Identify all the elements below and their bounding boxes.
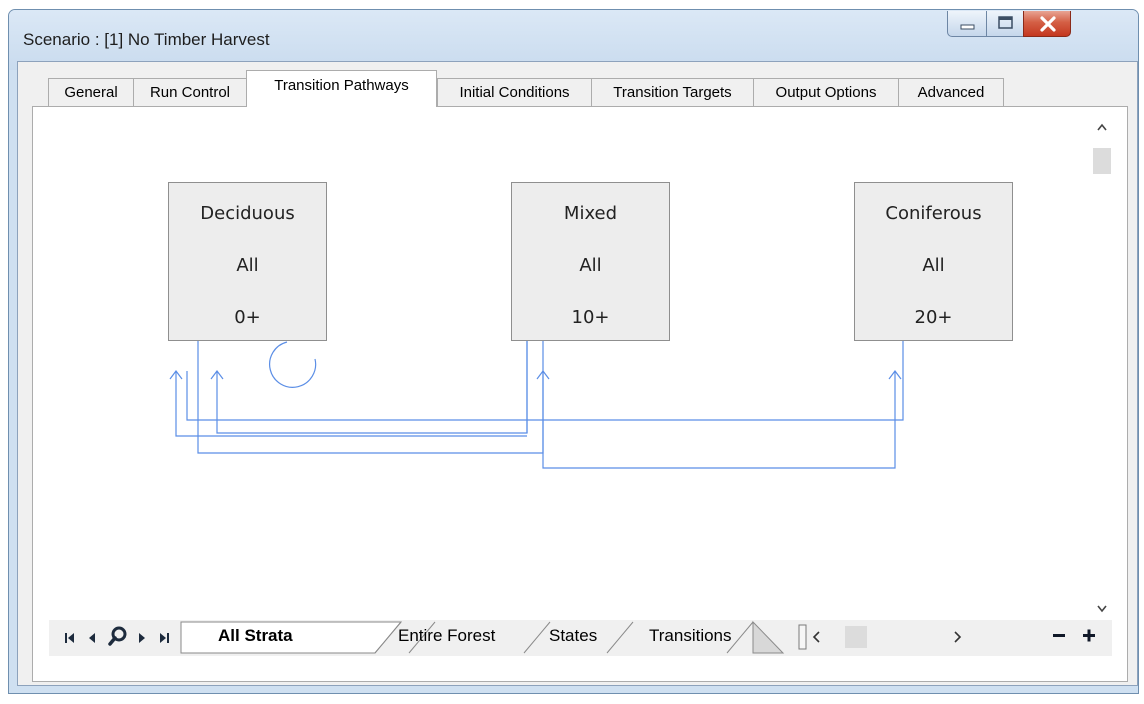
zoom-in-button[interactable]: plus (1081, 623, 1097, 654)
minimize-button[interactable] (947, 11, 987, 37)
strata-tab-bar: All Strata Entire Forest States Transiti… (49, 620, 1112, 656)
state-class-name: Mixed (563, 203, 618, 224)
zoom-out-button[interactable]: minus (1051, 623, 1067, 654)
tab-output-options[interactable]: Output Options (753, 78, 899, 106)
state-age: 0+ (234, 307, 261, 328)
transition-arrow-deciduous-mixed-loop (176, 339, 517, 437)
transition-arrow-mixed-to-coniferous (542, 339, 896, 469)
tab-initial-conditions[interactable]: Initial Conditions (437, 78, 592, 106)
scenario-tab-strip: General Run Control Transition Pathways … (33, 70, 1137, 107)
tab-advanced[interactable]: Advanced (898, 78, 1004, 106)
window-client-area: General Run Control Transition Pathways … (17, 61, 1138, 686)
close-icon (1040, 16, 1056, 32)
state-node-coniferous[interactable]: Coniferous All 20+ (854, 182, 1013, 341)
tab-transition-targets[interactable]: Transition Targets (591, 78, 754, 106)
tab-run-control[interactable]: Run Control (133, 78, 247, 106)
state-strata: All (579, 255, 602, 276)
search-icon[interactable] (107, 626, 129, 648)
zoom-out-icon (1053, 634, 1065, 637)
zoom-in-icon (1083, 629, 1095, 642)
scenario-window: Scenario : [1] No Timber Harvest General… (8, 9, 1139, 694)
previous-record-icon[interactable] (86, 629, 98, 647)
vertical-scrollbar[interactable] (1092, 116, 1112, 620)
next-record-icon[interactable] (136, 629, 148, 647)
state-age: 10+ (571, 307, 610, 328)
horizontal-scrollbar[interactable] (797, 624, 997, 650)
strata-tab-label: States (549, 626, 598, 645)
state-strata: All (922, 255, 945, 276)
tab-label: General (64, 84, 118, 101)
maximize-button[interactable] (986, 11, 1024, 37)
strata-tab-entire-forest[interactable]: Entire Forest (398, 620, 495, 653)
tab-general[interactable]: General (48, 78, 134, 106)
strata-tab-label: Entire Forest (398, 626, 496, 645)
tab-label: Transition Targets (613, 84, 732, 101)
scroll-down-icon[interactable] (1092, 598, 1112, 618)
vertical-scroll-thumb[interactable] (1093, 148, 1111, 174)
strata-tab-transitions[interactable]: Transitions (649, 620, 732, 653)
transition-lines (169, 339, 904, 469)
transition-arrow-mixed-to-deciduous (216, 339, 528, 434)
horizontal-scroll-graphics (798, 624, 962, 650)
strata-tab-label: Transitions (649, 626, 732, 645)
first-record-icon[interactable] (63, 629, 77, 647)
tab-label: Advanced (917, 84, 985, 101)
tab-label: Run Control (149, 84, 231, 101)
tab-label: Transition Pathways (274, 77, 409, 94)
tab-splitter-handle[interactable] (798, 624, 807, 650)
last-record-icon[interactable] (157, 629, 171, 647)
state-node-deciduous[interactable]: Deciduous All 0+ (168, 182, 327, 341)
tab-label: Initial Conditions (459, 84, 570, 101)
minimize-icon (960, 24, 975, 30)
pathway-diagram[interactable]: Deciduous All 0+ Mixed All 10+ Coniferou… (49, 116, 1091, 620)
state-node-mixed[interactable]: Mixed All 10+ (511, 182, 670, 341)
horizontal-scroll-thumb[interactable] (845, 626, 867, 648)
tab-transition-pathways[interactable]: Transition Pathways (246, 70, 437, 107)
scroll-up-icon[interactable] (1092, 118, 1112, 138)
strata-tab-states[interactable]: States (549, 620, 597, 653)
state-class-name: Deciduous (200, 203, 295, 224)
scroll-left-icon[interactable] (812, 631, 820, 643)
transition-arrow-coniferous-to-deciduous (186, 339, 904, 421)
maximize-icon (998, 16, 1013, 29)
state-age: 20+ (914, 307, 953, 328)
strata-tab-all-strata[interactable]: All Strata (218, 620, 293, 653)
scroll-right-icon[interactable] (954, 631, 962, 643)
strata-tab-label: All Strata (218, 626, 293, 645)
state-class-name: Coniferous (885, 203, 982, 224)
transition-arrow-outer-mixed-deciduous (175, 371, 527, 437)
transition-pathways-panel: Deciduous All 0+ Mixed All 10+ Coniferou… (32, 106, 1128, 682)
tab-label: Output Options (775, 84, 877, 101)
self-transition-loop-deciduous (269, 341, 317, 388)
close-button[interactable] (1023, 11, 1071, 37)
state-strata: All (236, 255, 259, 276)
window-title: Scenario : [1] No Timber Harvest (23, 30, 270, 49)
